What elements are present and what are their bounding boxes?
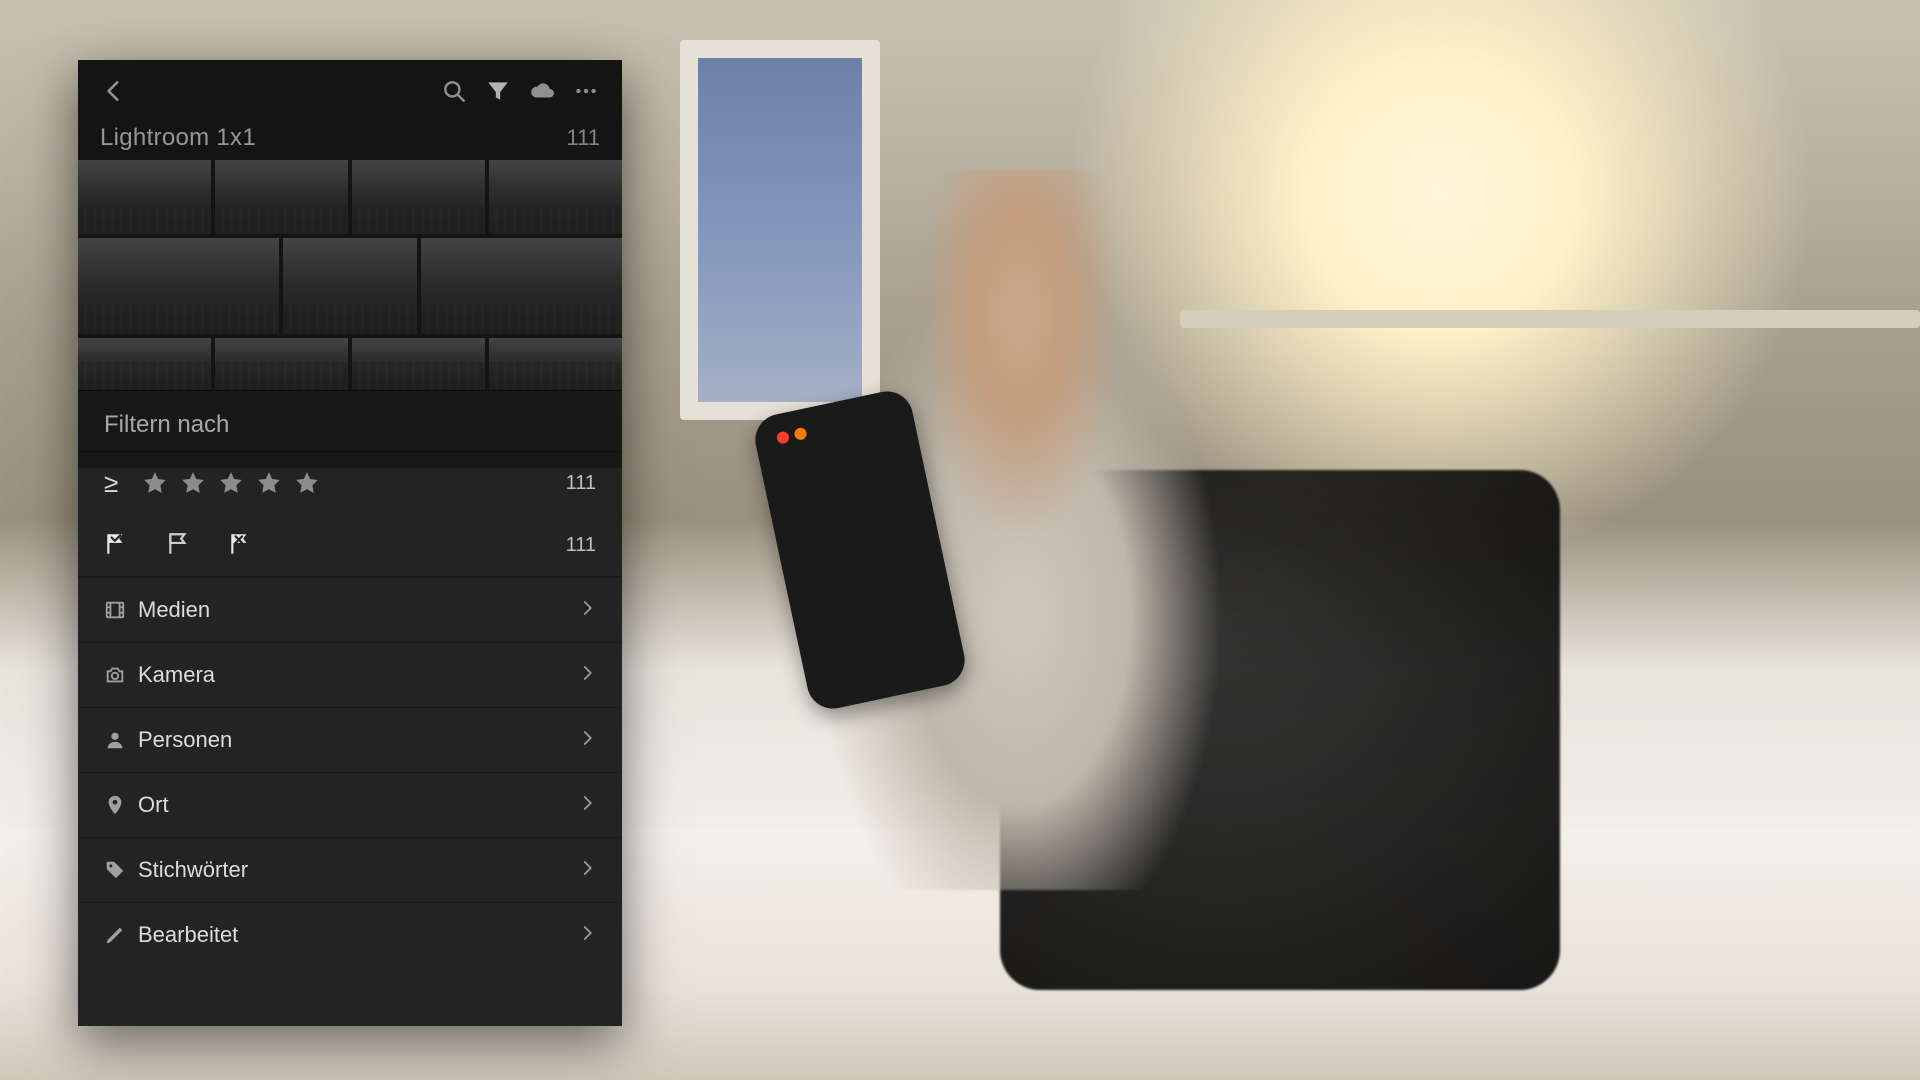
photo-thumbnail[interactable] — [78, 338, 211, 390]
filter-row-kamera[interactable]: Kamera — [78, 642, 622, 707]
filter-section-title: Filtern nach — [78, 391, 622, 451]
cloud-icon — [529, 78, 555, 104]
photo-thumbnail[interactable] — [78, 160, 211, 234]
filter-row-bearbeitet[interactable]: Bearbeitet — [78, 902, 622, 967]
chevron-right-icon — [578, 794, 596, 812]
tag-icon — [104, 859, 126, 881]
flag-unflagged-button[interactable] — [166, 531, 194, 559]
album-photo-count: 111 — [567, 125, 600, 151]
pin-icon — [104, 794, 126, 816]
filter-row-label: Ort — [138, 792, 570, 818]
more-button[interactable] — [564, 69, 608, 113]
photo-thumbnail[interactable] — [489, 160, 622, 234]
album-header: Lightroom 1x1 111 — [78, 122, 622, 160]
photo-grid[interactable] — [78, 160, 622, 390]
search-icon — [441, 78, 467, 104]
search-button[interactable] — [432, 69, 476, 113]
star-icon[interactable] — [294, 470, 320, 496]
chevron-left-icon — [101, 78, 127, 104]
photo-thumbnail[interactable] — [352, 338, 485, 390]
album-title: Lightroom 1x1 — [100, 124, 256, 152]
camera-icon — [104, 664, 126, 686]
back-button[interactable] — [92, 69, 136, 113]
star-icon[interactable] — [142, 470, 168, 496]
rating-stars — [142, 470, 320, 496]
lightroom-filter-panel: Lightroom 1x1 111 — [78, 60, 622, 1026]
photo-thumbnail[interactable] — [283, 238, 417, 334]
chevron-right-icon — [578, 729, 596, 747]
filter-button[interactable] — [476, 69, 520, 113]
rating-operator[interactable]: ≥ — [104, 468, 138, 499]
filter-row-label: Medien — [138, 597, 570, 623]
filter-row-label: Stichwörter — [138, 857, 570, 883]
flag-rejected-button[interactable] — [228, 531, 256, 559]
photo-thumbnail[interactable] — [78, 238, 279, 334]
photo-thumbnail[interactable] — [421, 238, 622, 334]
pencil-icon — [104, 924, 126, 946]
photo-thumbnail[interactable] — [489, 338, 622, 390]
star-icon[interactable] — [218, 470, 244, 496]
filter-row-ort[interactable]: Ort — [78, 772, 622, 837]
filter-row-personen[interactable]: Personen — [78, 707, 622, 772]
top-toolbar — [78, 60, 622, 122]
flag-filter-row[interactable]: 111 — [78, 514, 622, 576]
ellipsis-icon — [573, 78, 599, 104]
chevron-right-icon — [578, 664, 596, 682]
flag-picked-icon — [104, 531, 130, 557]
cloud-sync-button[interactable] — [520, 69, 564, 113]
photo-thumbnail[interactable] — [215, 338, 348, 390]
background-shelf — [1180, 310, 1920, 328]
film-icon — [104, 599, 126, 621]
flag-rejected-icon — [228, 531, 254, 557]
flag-unflagged-icon — [166, 531, 192, 557]
chevron-right-icon — [578, 599, 596, 617]
photo-thumbnail[interactable] — [215, 160, 348, 234]
filter-row-medien[interactable]: Medien — [78, 577, 622, 642]
filter-row-stichwoerter[interactable]: Stichwörter — [78, 837, 622, 902]
person-icon — [104, 729, 126, 751]
star-icon[interactable] — [180, 470, 206, 496]
chevron-right-icon — [578, 859, 596, 877]
filter-row-label: Bearbeitet — [138, 922, 570, 948]
funnel-icon — [485, 78, 511, 104]
chevron-right-icon — [578, 924, 596, 942]
flag-filter-count: 111 — [566, 534, 596, 557]
star-icon[interactable] — [256, 470, 282, 496]
filter-row-label: Personen — [138, 727, 570, 753]
filter-row-label: Kamera — [138, 662, 570, 688]
rating-filter-row[interactable]: ≥ 111 — [78, 452, 622, 514]
rating-filter-count: 111 — [566, 472, 596, 495]
video-frame-background: Lightroom 1x1 111 — [0, 0, 1920, 1080]
filter-sheet: Filtern nach ≥ 111 — [78, 390, 622, 1026]
photo-thumbnail[interactable] — [352, 160, 485, 234]
flag-picked-button[interactable] — [104, 531, 132, 559]
